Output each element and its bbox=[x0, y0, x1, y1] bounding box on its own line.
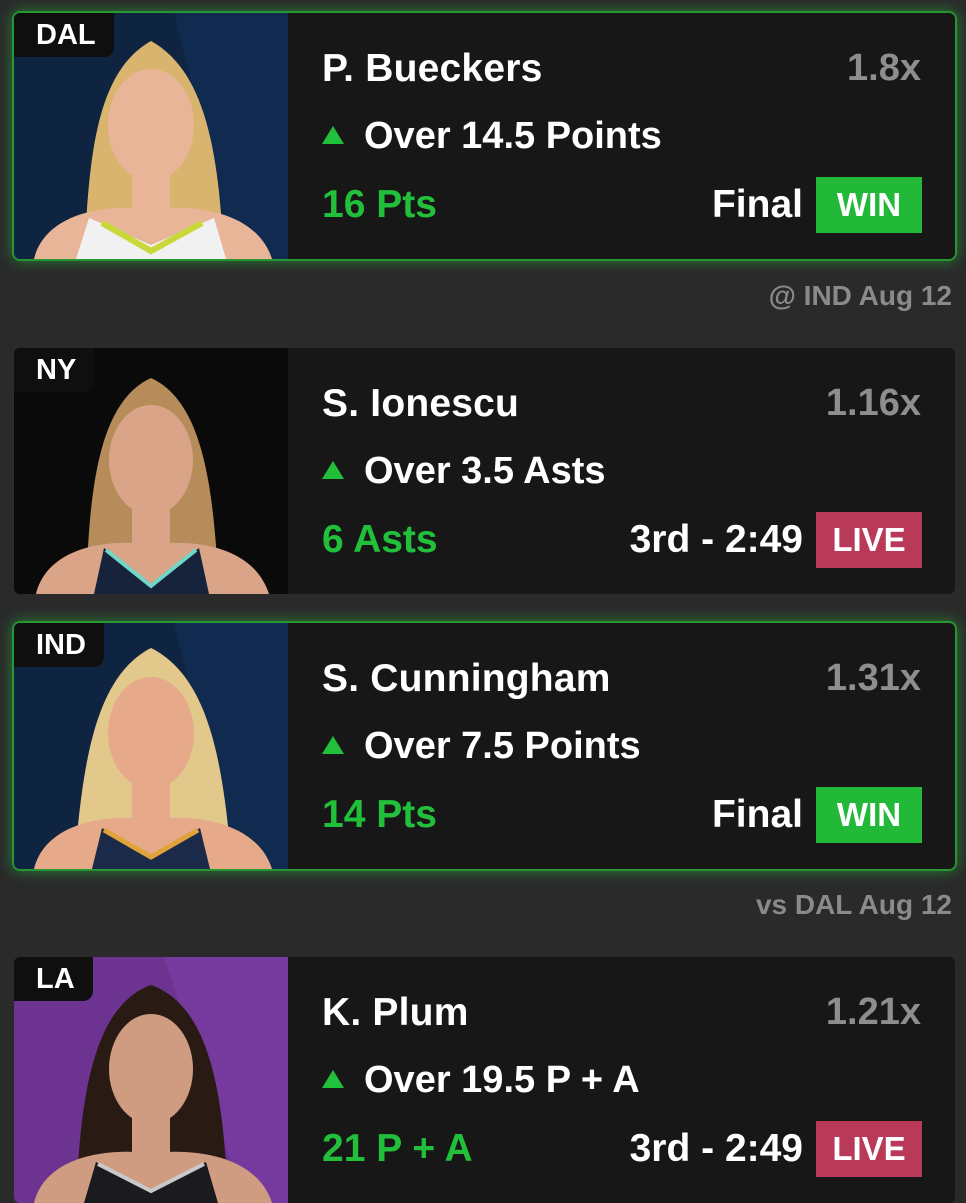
result-badge: WIN bbox=[816, 787, 922, 843]
team-tag: IND bbox=[14, 623, 104, 667]
prop-line: Over 19.5 P + A bbox=[322, 1059, 640, 1102]
prop-line-text: Over 19.5 P + A bbox=[364, 1059, 640, 1101]
payout-multiplier: 1.8x bbox=[847, 47, 921, 89]
team-tag: LA bbox=[14, 957, 93, 1001]
player-name: S. Cunningham bbox=[322, 657, 611, 700]
player-name: S. Ionescu bbox=[322, 382, 520, 425]
payout-multiplier: 1.21x bbox=[825, 991, 921, 1033]
game-info: vs DAL Aug 12 bbox=[755, 889, 952, 920]
team-tag: NY bbox=[14, 348, 95, 392]
current-stat: 16 Pts bbox=[322, 183, 437, 226]
game-status: Final bbox=[711, 183, 803, 226]
game-status: Final bbox=[711, 793, 803, 836]
pick-card[interactable]: NY S. Ionescu 1.16x Over 3.5 Asts 6 Asts… bbox=[14, 348, 955, 594]
up-arrow-icon bbox=[322, 735, 344, 754]
prop-line: Over 7.5 Points bbox=[322, 725, 641, 768]
player-name: K. Plum bbox=[322, 991, 469, 1034]
payout-multiplier: 1.16x bbox=[825, 382, 921, 424]
pick-card[interactable]: DAL P. Bueckers 1.8x Over 14.5 Points 16… bbox=[14, 13, 955, 259]
up-arrow-icon bbox=[322, 1069, 344, 1088]
game-status: 3rd - 2:49 bbox=[629, 1127, 803, 1170]
up-arrow-icon bbox=[322, 460, 344, 479]
game-info: @ IND Aug 12 bbox=[768, 280, 952, 311]
current-stat: 14 Pts bbox=[322, 793, 437, 836]
pick-card[interactable]: LA K. Plum 1.21x Over 19.5 P + A 21 P + … bbox=[14, 957, 955, 1203]
result-badge: LIVE bbox=[816, 512, 922, 568]
current-stat: 6 Asts bbox=[322, 518, 438, 561]
prop-line-text: Over 3.5 Asts bbox=[364, 450, 606, 492]
result-badge: WIN bbox=[816, 177, 922, 233]
team-tag: DAL bbox=[14, 13, 114, 57]
result-badge: LIVE bbox=[816, 1121, 922, 1177]
player-name: P. Bueckers bbox=[322, 47, 543, 90]
prop-line-text: Over 7.5 Points bbox=[364, 725, 641, 767]
pick-card[interactable]: IND S. Cunningham 1.31x Over 7.5 Points … bbox=[14, 623, 955, 869]
prop-line: Over 14.5 Points bbox=[322, 115, 662, 158]
game-status: 3rd - 2:49 bbox=[629, 518, 803, 561]
current-stat: 21 P + A bbox=[322, 1127, 473, 1170]
prop-line: Over 3.5 Asts bbox=[322, 450, 606, 493]
prop-line-text: Over 14.5 Points bbox=[364, 115, 662, 157]
payout-multiplier: 1.31x bbox=[825, 657, 921, 699]
up-arrow-icon bbox=[322, 125, 344, 144]
